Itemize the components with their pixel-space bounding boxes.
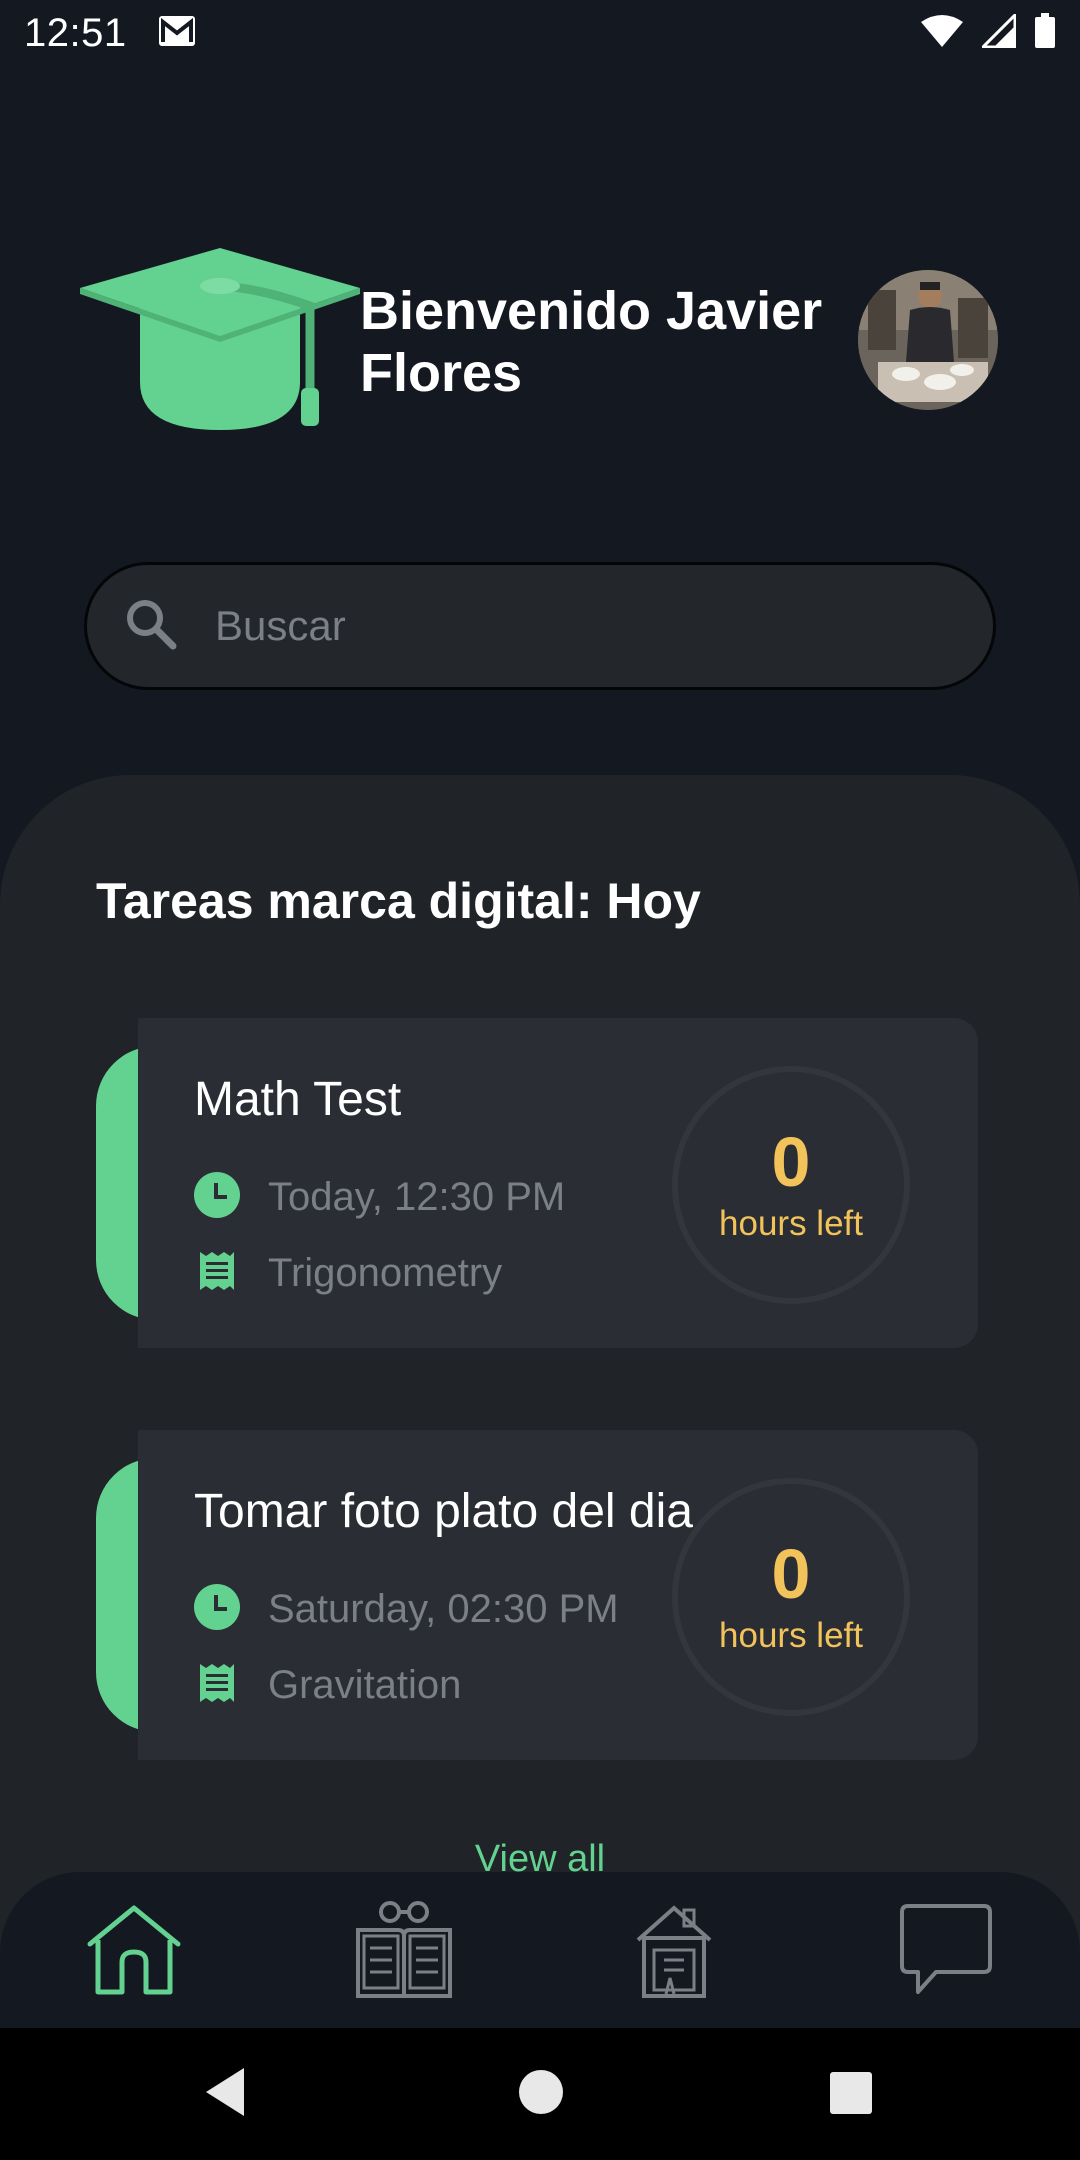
- hours-left-label: hours left: [719, 1616, 863, 1655]
- clock-icon: [194, 1172, 240, 1223]
- system-nav-bar: [0, 2028, 1080, 2160]
- task-subject-row: Trigonometry: [194, 1248, 502, 1299]
- task-datetime: Today, 12:30 PM: [268, 1175, 566, 1219]
- back-icon[interactable]: [200, 2064, 250, 2125]
- task-datetime-row: Today, 12:30 PM: [194, 1172, 565, 1223]
- task-datetime-row: Saturday, 02:30 PM: [194, 1584, 619, 1635]
- task-card[interactable]: Tomar foto plato del dia Saturday, 02:30…: [96, 1430, 978, 1760]
- hours-left-ring: 0 hours left: [672, 1066, 910, 1304]
- task-subject: Gravitation: [268, 1663, 462, 1707]
- search-placeholder: Buscar: [215, 602, 346, 649]
- clock-icon: [194, 1584, 240, 1635]
- task-datetime: Saturday, 02:30 PM: [268, 1587, 619, 1631]
- gmail-icon: [157, 14, 197, 53]
- library-icon[interactable]: [354, 1900, 454, 2000]
- hours-left-ring: 0 hours left: [672, 1478, 910, 1716]
- task-card-body: Tomar foto plato del dia Saturday, 02:30…: [138, 1430, 978, 1760]
- signal-icon: [979, 10, 1017, 53]
- welcome-title: Bienvenido Javier Flores: [360, 281, 823, 403]
- school-icon[interactable]: [624, 1900, 724, 2000]
- task-subject-row: Gravitation: [194, 1660, 461, 1711]
- task-card[interactable]: Math Test Today, 12:30 PM Trigonometry 0…: [96, 1018, 978, 1348]
- graduation-cap-icon: [80, 240, 360, 445]
- task-subject: Trigonometry: [268, 1251, 503, 1295]
- task-card-body: Math Test Today, 12:30 PM Trigonometry 0…: [138, 1018, 978, 1348]
- section-title: Tareas marca digital: Hoy: [96, 873, 701, 929]
- chat-icon[interactable]: [896, 1900, 996, 2000]
- home-icon[interactable]: [84, 1900, 184, 2000]
- hours-left-label: hours left: [719, 1204, 863, 1243]
- hours-left-value: 0: [771, 1123, 811, 1201]
- header: Bienvenido Javier Flores: [80, 240, 1000, 440]
- bottom-nav: [0, 1872, 1080, 2028]
- home-circle-icon[interactable]: [514, 2064, 568, 2125]
- wifi-icon: [920, 14, 964, 53]
- status-time: 12:51: [24, 10, 127, 55]
- receipt-icon: [194, 1660, 240, 1711]
- recents-icon[interactable]: [826, 2064, 876, 2125]
- search-icon: [123, 596, 179, 657]
- search-input[interactable]: Buscar: [84, 562, 996, 690]
- battery-icon: [1034, 12, 1056, 54]
- status-bar: 12:51: [0, 0, 1080, 66]
- receipt-icon: [194, 1248, 240, 1299]
- hours-left-value: 0: [771, 1535, 811, 1613]
- avatar[interactable]: [858, 270, 998, 410]
- task-title: Math Test: [194, 1073, 402, 1126]
- task-title: Tomar foto plato del dia: [194, 1485, 693, 1538]
